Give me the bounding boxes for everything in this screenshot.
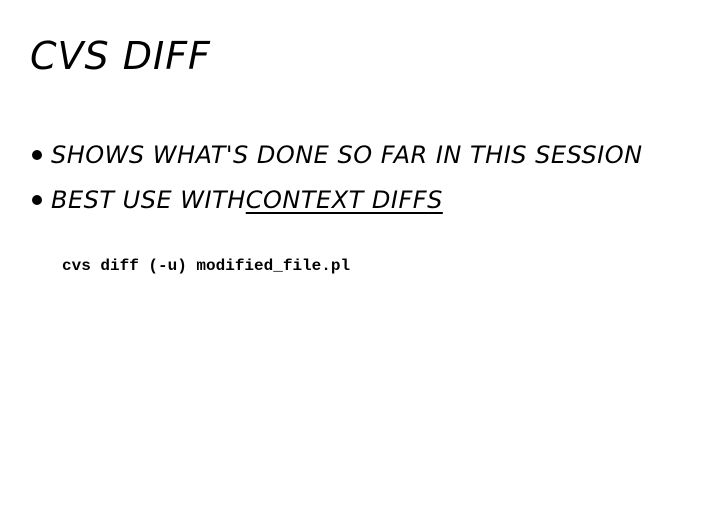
bullet-item: SHOWS WHAT'S DONE SO FAR IN THIS SESSION	[30, 132, 643, 177]
bullet-text-prefix: BEST USE WITH	[51, 185, 246, 214]
bullet-item: BEST USE WITH CONTEXT DIFFS	[30, 177, 643, 222]
slide: CVS DIFF SHOWS WHAT'S DONE SO FAR IN THI…	[0, 0, 708, 531]
code-example: cvs diff (-u) modified_file.pl	[62, 257, 351, 275]
bullet-underlined-phrase: CONTEXT DIFFS	[245, 185, 443, 214]
bullet-text: SHOWS WHAT'S DONE SO FAR IN THIS SESSION	[51, 140, 643, 169]
bullet-dot-icon	[32, 194, 42, 205]
bullet-list: SHOWS WHAT'S DONE SO FAR IN THIS SESSION…	[30, 132, 643, 222]
bullet-dot-icon	[32, 149, 42, 160]
slide-title: CVS DIFF	[30, 34, 211, 78]
